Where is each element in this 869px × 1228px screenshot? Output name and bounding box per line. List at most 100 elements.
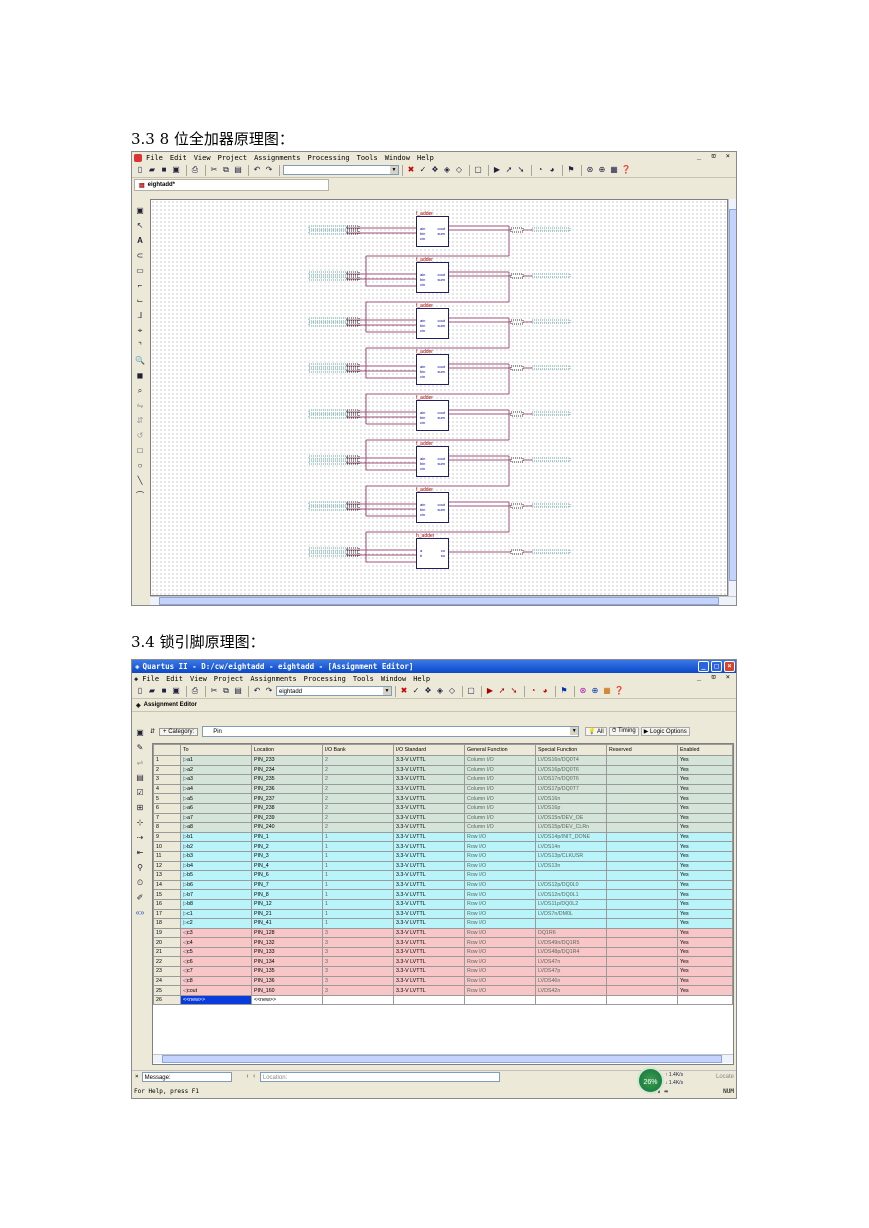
cell-loc[interactable]: PIN_3 [251,850,323,862]
cell-bank[interactable]: 2 [322,822,394,833]
cell-std[interactable]: 3.3-V LVTTL [393,889,465,900]
row-number[interactable]: 25 [153,985,181,996]
start-timing-icon[interactable]: ➘ [509,686,519,696]
cell-en[interactable]: Yes [677,946,733,958]
filter-icon[interactable]: ⇌ [135,758,145,768]
cell-en[interactable] [677,994,733,1006]
row-number[interactable]: 12 [153,860,181,872]
export-icon[interactable]: ⇢ [135,833,145,843]
oval-tool-icon[interactable]: ○ [135,461,145,471]
cell-en[interactable]: Yes [677,793,733,804]
table-row[interactable]: 1 ▷a1 PIN_233 2 3.3-V LVTTL Column I/O LVDS16n… [153,755,733,766]
cell-bank[interactable]: 2 [322,802,394,814]
hierarchy-icon[interactable]: ⊹ [135,818,145,828]
close-icon[interactable]: × [135,1073,139,1080]
scroll-thumb[interactable] [162,1055,722,1063]
cell-gen[interactable]: Column I/O [464,822,536,833]
cell-loc[interactable]: PIN_238 [251,802,323,814]
table-row[interactable]: 2 ▷a2 PIN_234 2 3.3-V LVTTL Column I/O LVDS16p… [153,764,733,776]
cell-loc[interactable]: PIN_21 [251,908,323,920]
cell-res[interactable] [606,908,678,920]
pin-symbol[interactable] [510,503,524,509]
minimize-button[interactable]: _ [698,661,709,672]
menu-item-processing[interactable]: Processing [304,675,346,683]
cut-icon[interactable]: ✂ [209,165,219,175]
save-icon[interactable]: ■ [159,165,169,175]
menu-item-assignments[interactable]: Assignments [250,675,296,683]
adder-block[interactable]: f_adder ain bin cin cout sum [416,487,449,523]
row-number[interactable]: 13 [153,870,181,881]
cell-res[interactable] [606,764,678,776]
row-number[interactable]: 8 [153,822,181,833]
cell-to[interactable]: ◁c5 [180,946,252,958]
new-file-icon[interactable]: ▯ [135,165,145,175]
cell-std[interactable]: 3.3-V LVTTL [393,822,465,833]
cell-gen[interactable]: Row I/O [464,918,536,929]
conduit-line-icon[interactable]: ⅃ [135,311,145,321]
cell-std[interactable]: 3.3-V LVTTL [393,927,465,939]
cell-spec[interactable]: LVDS15n/DEV_OE [535,812,607,824]
cell-spec[interactable]: LVDS16p [535,802,607,814]
cell-to[interactable]: ▷a5 [180,793,252,804]
cell-gen[interactable]: Row I/O [464,898,536,910]
cell-en[interactable]: Yes [677,975,733,987]
cell-bank[interactable]: 3 [322,946,394,958]
row-number[interactable]: 6 [153,802,181,814]
paste-icon[interactable]: ▤ [233,686,243,696]
table-row[interactable]: 17 ▷c1 PIN_21 1 3.3-V LVTTL Row I/O LVDS7n/DM0… [153,908,733,920]
menu-item-tools[interactable]: Tools [357,154,378,162]
pin-symbol[interactable] [510,457,524,463]
cell-loc[interactable]: PIN_4 [251,860,323,872]
cell-loc[interactable]: PIN_240 [251,822,323,833]
pin-symbol[interactable] [308,317,348,322]
cell-to[interactable]: ◁c4 [180,937,252,948]
cell-spec[interactable]: LVDS49n/DQ1R5 [535,937,607,948]
column-header-i-o-standard[interactable]: I/O Standard [393,744,465,756]
column-header-general-function[interactable]: General Function [464,744,536,756]
cell-res[interactable] [606,918,678,929]
table-horizontal-scrollbar[interactable] [153,1054,733,1063]
cell-en[interactable]: Yes [677,860,733,872]
cell-std[interactable]: 3.3-V LVTTL [393,755,465,766]
table-row[interactable]: 3 ▷a3 PIN_235 2 3.3-V LVTTL Column I/O LVDS17n… [153,774,733,785]
cell-std[interactable]: 3.3-V LVTTL [393,802,465,814]
pin-symbol[interactable] [510,411,524,417]
compile-icon[interactable]: ✖ [406,165,416,175]
cell-std[interactable]: 3.3-V LVTTL [393,831,465,843]
cell-en[interactable]: Yes [677,927,733,939]
cell-loc[interactable]: PIN_234 [251,764,323,776]
cell-en[interactable]: Yes [677,831,733,843]
table-row[interactable]: 14 ▷b6 PIN_7 1 3.3-V LVTTL Row I/O LVDS12p/DQ0… [153,879,733,891]
start-analysis-icon[interactable]: ➚ [504,165,514,175]
cell-res[interactable] [606,966,678,977]
adder-block[interactable]: f_adder ain bin cin cout sum [416,257,449,293]
cell-spec[interactable]: LVDS13n [535,860,607,872]
cell-std[interactable]: 3.3-V LVTTL [393,870,465,881]
cell-bank[interactable]: 3 [322,985,394,996]
row-number[interactable]: 10 [153,841,181,852]
cell-to[interactable]: ▷c2 [180,918,252,929]
table-row[interactable]: 15 ▷b7 PIN_8 1 3.3-V LVTTL Row I/O LVDS12n/DQ0… [153,889,733,900]
table-row[interactable]: 22 ◁c6 PIN_134 3 3.3-V LVTTL Row I/O LVDS47n Ye… [153,956,733,968]
block-tool-icon[interactable]: ▭ [135,266,145,276]
column-header-to[interactable]: To [180,744,252,756]
cell-bank[interactable]: 1 [322,831,394,843]
pin-symbol[interactable] [308,225,348,230]
cell-std[interactable] [393,994,465,1006]
programmer-icon[interactable]: ⊛ [578,686,588,696]
detach-window-icon[interactable]: ▣ [135,728,145,738]
cell-gen[interactable]: Column I/O [464,783,536,795]
cell-gen[interactable]: Row I/O [464,870,536,881]
adder-block[interactable]: f_adder ain bin cin cout sum [416,211,449,247]
category-combo[interactable]: Pin ▼ [202,726,580,737]
row-number[interactable]: 4 [153,783,181,795]
chip-planner-icon[interactable]: ⊕ [597,165,607,175]
analysis-icon[interactable]: ✓ [411,686,421,696]
row-number[interactable]: 21 [153,946,181,958]
cell-gen[interactable]: Row I/O [464,850,536,862]
cell-to[interactable]: ◁c8 [180,975,252,987]
cell-std[interactable]: 3.3-V LVTTL [393,956,465,968]
cell-std[interactable]: 3.3-V LVTTL [393,812,465,824]
table-row[interactable]: 9 ▷b1 PIN_1 1 3.3-V LVTTL Row I/O LVDS14p/INIT… [153,831,733,843]
menu-item-assignments[interactable]: Assignments [254,154,300,162]
